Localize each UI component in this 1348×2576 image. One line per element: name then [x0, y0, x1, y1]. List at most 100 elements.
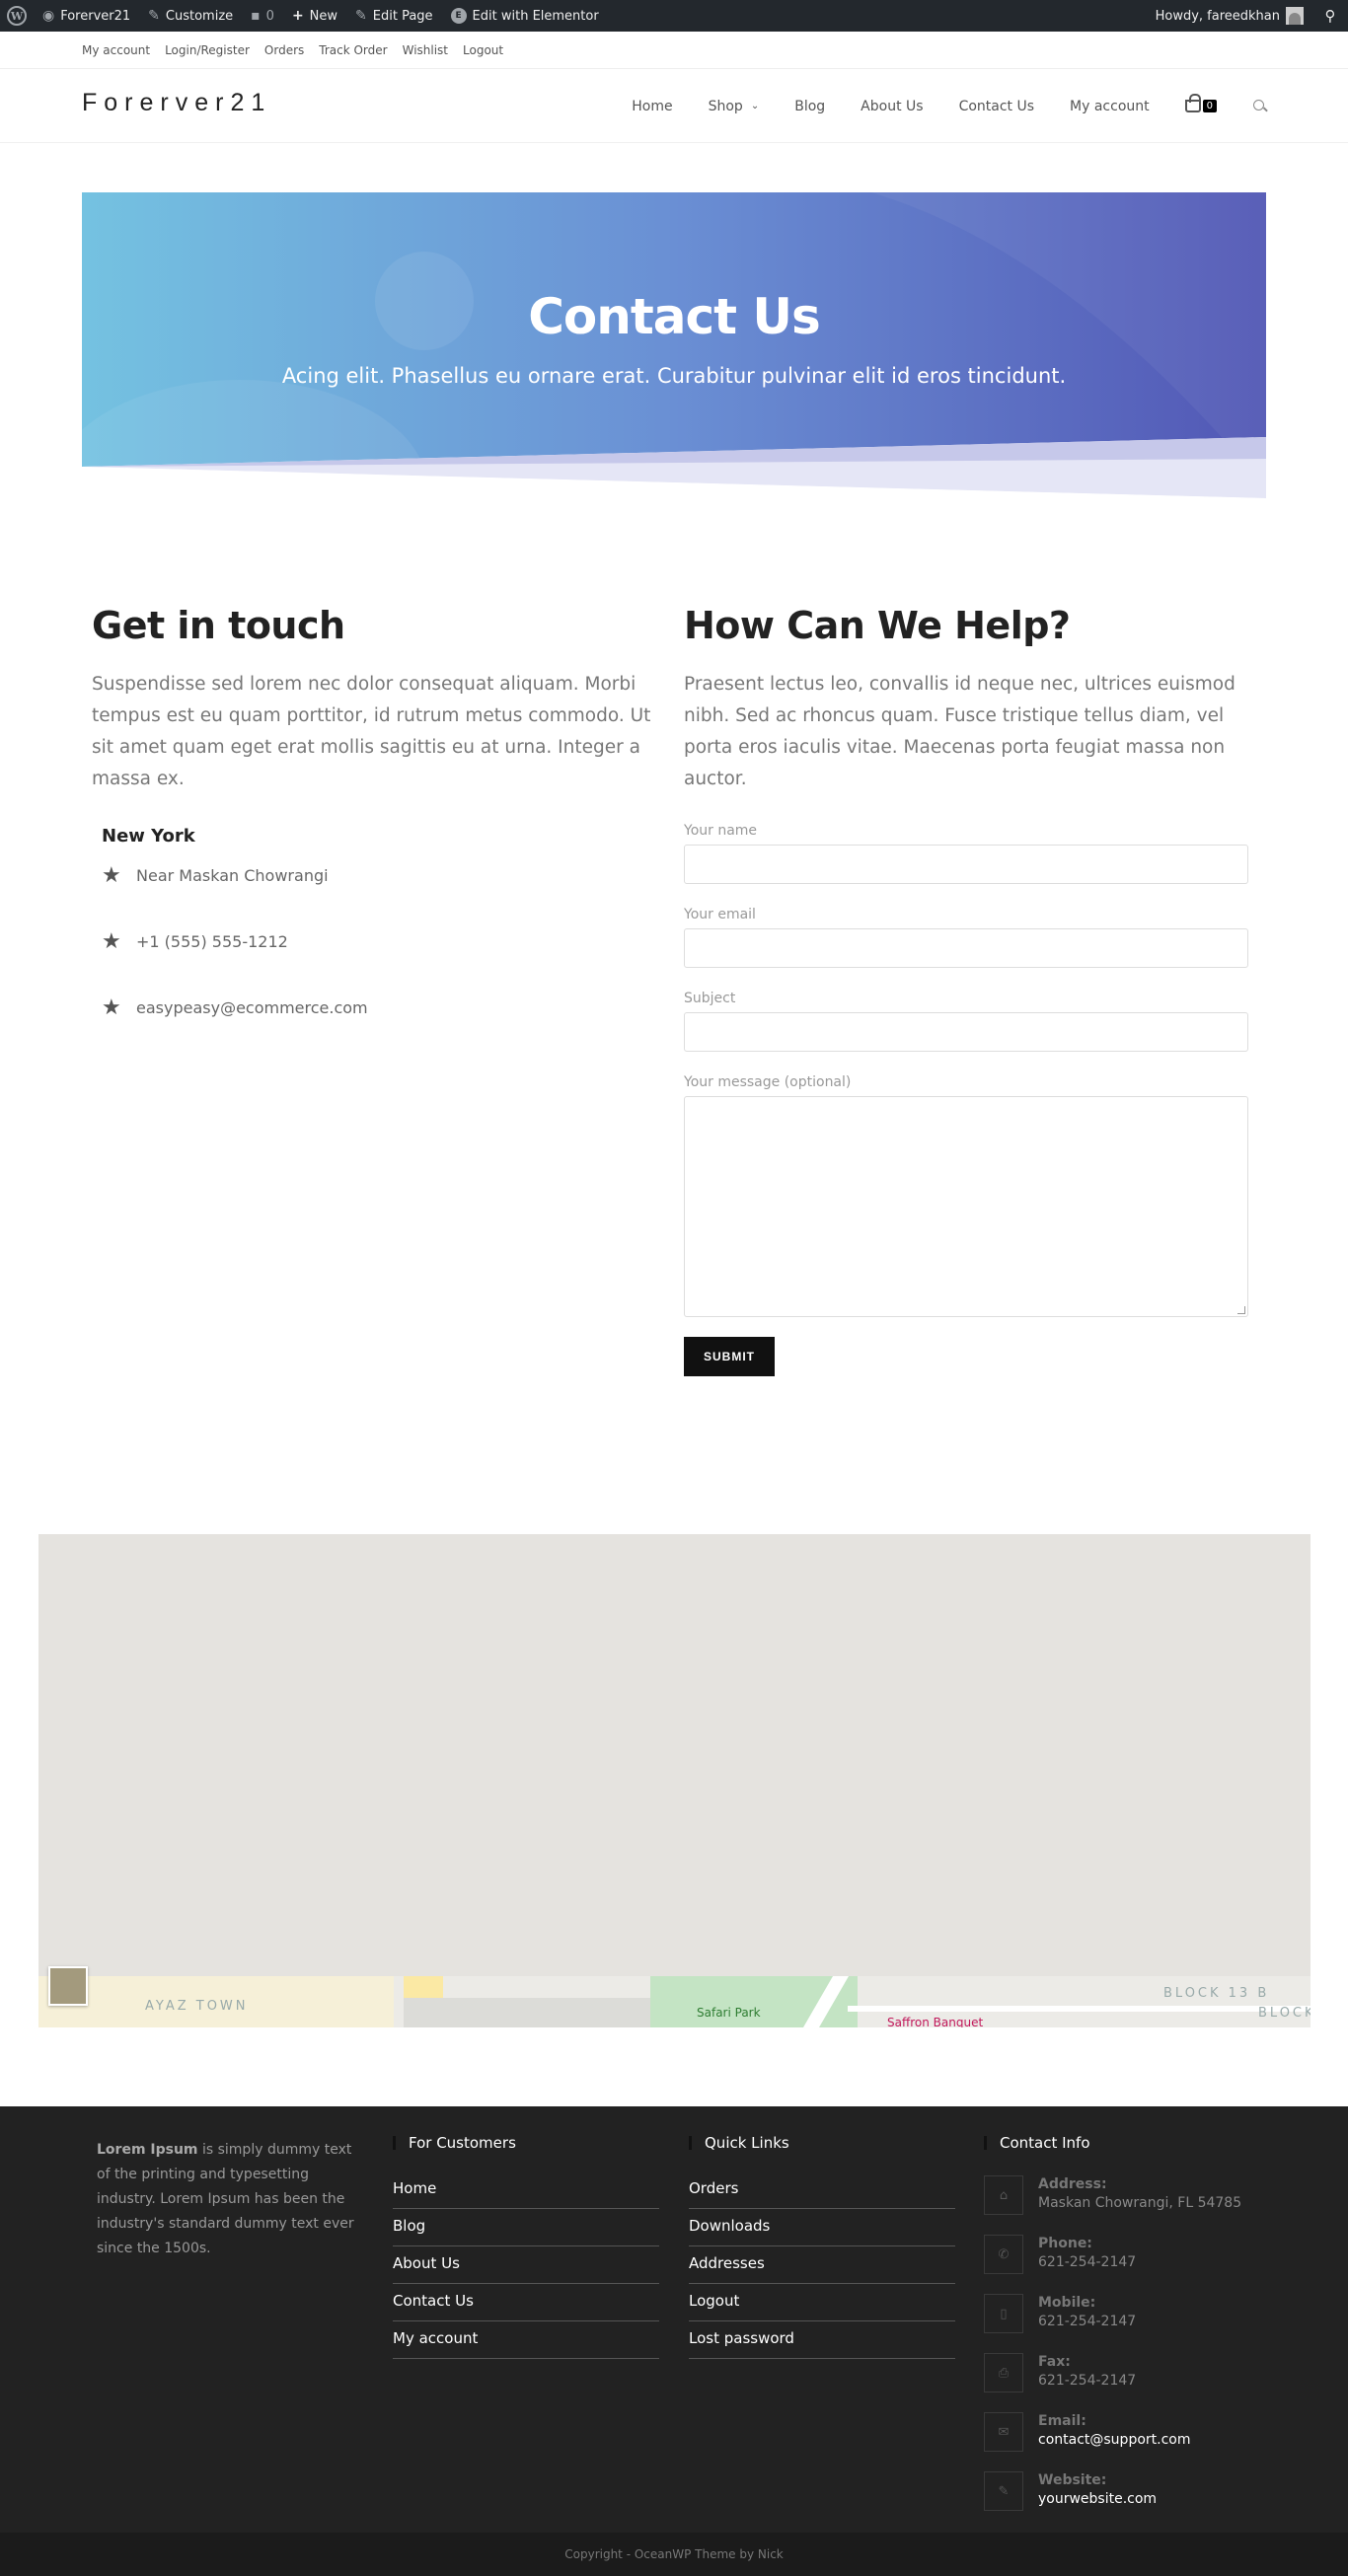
- footer-link-about-us[interactable]: About Us: [393, 2246, 659, 2284]
- footer-link-orders[interactable]: Orders: [689, 2171, 955, 2209]
- contact-website-link[interactable]: yourwebsite.com: [1038, 2490, 1157, 2509]
- edit-elementor-link[interactable]: E Edit with Elementor: [442, 0, 608, 32]
- map-embed[interactable]: AYAZ TOWN Safari Park Saffron Banquet BL…: [38, 1534, 1311, 2027]
- footer-quick-links-title: Quick Links: [689, 2134, 955, 2154]
- new-label: New: [309, 8, 338, 24]
- main-nav: Home Shop ⌄ Blog About Us Contact Us My …: [632, 69, 1348, 143]
- contact-address-label: Address:: [1038, 2176, 1107, 2192]
- footer-link-my-account[interactable]: My account: [393, 2321, 659, 2359]
- edit-page-link[interactable]: ✎ Edit Page: [346, 0, 442, 32]
- admin-search-button[interactable]: ⚲: [1312, 0, 1348, 32]
- avatar: [1286, 7, 1304, 25]
- name-label: Your name: [684, 823, 758, 839]
- footer-about-body: is simply dummy text of the printing and…: [97, 2142, 354, 2256]
- footer-contact-widget: Contact Info ⌂ Address: Maskan Chowrangi,…: [984, 2134, 1280, 2511]
- office-address-text: Near Maskan Chowrangi: [136, 866, 329, 885]
- site-footer: Lorem Ipsum is simply dummy text of the …: [0, 2106, 1348, 2533]
- message-field[interactable]: [684, 1096, 1248, 1317]
- page-title: Contact Us: [528, 288, 821, 345]
- submit-button[interactable]: SUBMIT: [684, 1337, 775, 1376]
- topbar-link-login-register[interactable]: Login/Register: [165, 43, 250, 57]
- contact-email-label: Email:: [1038, 2413, 1086, 2429]
- contact-website: ✎ Website: yourwebsite.com: [984, 2471, 1157, 2511]
- footer-link-downloads[interactable]: Downloads: [689, 2209, 955, 2246]
- site-logo[interactable]: Forerver21: [82, 89, 271, 117]
- footer-link-home[interactable]: Home: [393, 2171, 659, 2209]
- topbar-link-wishlist[interactable]: Wishlist: [403, 43, 448, 57]
- office-phone: ★ +1 (555) 555-1212: [102, 929, 288, 954]
- header-search-icon[interactable]: [1253, 99, 1267, 113]
- footer-customers-widget: For Customers Home Blog About Us Contact…: [393, 2134, 659, 2359]
- resize-handle-icon[interactable]: [1237, 1306, 1245, 1314]
- page-banner: Contact Us Acing elit. Phasellus eu orna…: [82, 192, 1266, 498]
- dashboard-icon: ◉: [42, 8, 55, 24]
- footer-link-logout[interactable]: Logout: [689, 2284, 955, 2321]
- map-satellite-toggle[interactable]: [48, 1966, 88, 2006]
- comments-count: 0: [265, 8, 274, 24]
- map-label-block-13b: BLOCK 13 B: [1163, 1986, 1270, 2001]
- fax-icon: ⎙: [984, 2353, 1023, 2392]
- account-menu[interactable]: Howdy, fareedkhan: [1147, 0, 1312, 32]
- nav-item-contact-us[interactable]: Contact Us: [959, 99, 1034, 114]
- office-address: ★ Near Maskan Chowrangi: [102, 863, 329, 888]
- map-block: [404, 1998, 655, 2027]
- footer-quick-links-widget: Quick Links Orders Downloads Addresses L…: [689, 2134, 955, 2359]
- contact-phone-label: Phone:: [1038, 2236, 1092, 2251]
- footer-link-blog[interactable]: Blog: [393, 2209, 659, 2246]
- subject-field[interactable]: [684, 1012, 1248, 1052]
- subject-label: Subject: [684, 991, 736, 1006]
- elementor-icon: E: [450, 8, 467, 24]
- chevron-down-icon: ⌄: [750, 101, 760, 111]
- brush-icon: ✎: [148, 8, 160, 24]
- map-road: [404, 1976, 443, 1998]
- name-field[interactable]: [684, 845, 1248, 884]
- pencil-icon: ✎: [984, 2471, 1023, 2511]
- page-subtitle: Acing elit. Phasellus eu ornare erat. Cu…: [281, 364, 1067, 388]
- email-field[interactable]: [684, 928, 1248, 968]
- footer-link-addresses[interactable]: Addresses: [689, 2246, 955, 2284]
- star-icon: ★: [102, 863, 121, 888]
- new-content-link[interactable]: + New: [283, 0, 346, 32]
- nav-item-my-account[interactable]: My account: [1070, 99, 1150, 114]
- customize-link[interactable]: ✎ Customize: [139, 0, 242, 32]
- wordpress-menu[interactable]: W: [0, 0, 34, 32]
- star-icon: ★: [102, 929, 121, 954]
- home-icon: ⌂: [984, 2175, 1023, 2215]
- footer-link-lost-password[interactable]: Lost password: [689, 2321, 955, 2359]
- map-label-block: BLOCK: [1258, 2006, 1311, 2021]
- contact-mobile: ▯ Mobile: 621-254-2147: [984, 2294, 1136, 2333]
- site-name-label: Forerver21: [60, 8, 131, 24]
- footer-link-contact-us[interactable]: Contact Us: [393, 2284, 659, 2321]
- contact-website-label: Website:: [1038, 2472, 1107, 2488]
- contact-address-value: Maskan Chowrangi, FL 54785: [1038, 2195, 1242, 2211]
- nav-item-home[interactable]: Home: [632, 99, 672, 114]
- howdy-label: Howdy, fareedkhan: [1155, 8, 1280, 24]
- contact-phone: ✆ Phone: 621-254-2147: [984, 2235, 1136, 2274]
- footer-about-bold: Lorem Ipsum: [97, 2142, 198, 2158]
- search-icon: ⚲: [1324, 7, 1336, 25]
- topbar-link-orders[interactable]: Orders: [264, 43, 304, 57]
- cart-button[interactable]: 0: [1184, 94, 1217, 112]
- envelope-icon: ✉: [984, 2412, 1023, 2452]
- contact-email: ✉ Email: contact@support.com: [984, 2412, 1191, 2452]
- email-label: Your email: [684, 907, 756, 922]
- contact-email-link[interactable]: contact@support.com: [1038, 2431, 1191, 2450]
- topbar-link-logout[interactable]: Logout: [463, 43, 503, 57]
- wordpress-icon: W: [7, 6, 27, 26]
- comments-link[interactable]: ▪ 0: [242, 0, 283, 32]
- topbar-link-track-order[interactable]: Track Order: [319, 43, 387, 57]
- footer-customers-title: For Customers: [393, 2134, 659, 2154]
- get-in-touch-text: Suspendisse sed lorem nec dolor consequa…: [92, 674, 651, 789]
- map-label-ayaz-town: AYAZ TOWN: [145, 1999, 249, 2014]
- nav-item-shop[interactable]: Shop ⌄: [709, 99, 760, 114]
- footer-about-text: Lorem Ipsum is simply dummy text of the …: [97, 2138, 358, 2261]
- plus-icon: +: [291, 8, 304, 24]
- customize-label: Customize: [165, 8, 234, 24]
- shopping-bag-icon: [1184, 94, 1201, 112]
- contact-fax: ⎙ Fax: 621-254-2147: [984, 2353, 1136, 2392]
- admin-bar: W ◉ Forerver21 ✎ Customize ▪ 0 + New ✎ E…: [0, 0, 1348, 32]
- nav-item-blog[interactable]: Blog: [794, 99, 825, 114]
- nav-item-about-us[interactable]: About Us: [861, 99, 923, 114]
- site-name-link[interactable]: ◉ Forerver21: [34, 0, 139, 32]
- topbar-link-my-account[interactable]: My account: [82, 43, 150, 57]
